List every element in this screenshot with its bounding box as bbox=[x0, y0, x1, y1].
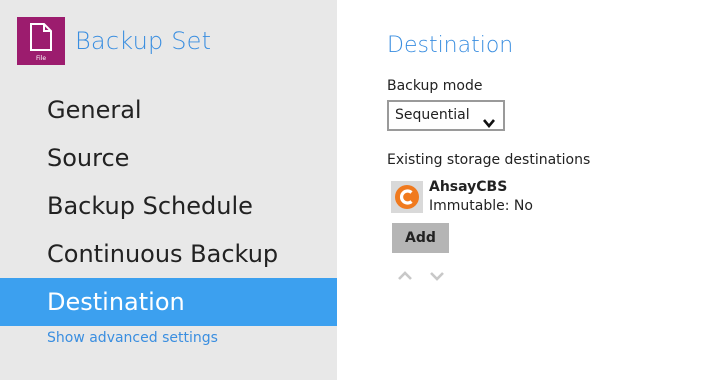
file-icon: File bbox=[17, 17, 65, 65]
sidebar-item-backup-schedule[interactable]: Backup Schedule bbox=[0, 182, 337, 230]
sidebar-item-source[interactable]: Source bbox=[0, 134, 337, 182]
destination-info: AhsayCBS Immutable: No bbox=[429, 178, 533, 216]
show-advanced-settings-link[interactable]: Show advanced settings bbox=[47, 330, 218, 346]
backup-mode-select[interactable]: Sequential bbox=[387, 100, 505, 131]
backup-mode-label: Backup mode bbox=[387, 78, 483, 94]
add-destination-button[interactable]: Add bbox=[392, 223, 449, 253]
sidebar-item-continuous-backup[interactable]: Continuous Backup bbox=[0, 230, 337, 278]
app-header: File Backup Set bbox=[17, 17, 211, 65]
backup-mode-value: Sequential bbox=[395, 107, 470, 123]
ahsaycbs-logo-icon bbox=[391, 181, 423, 213]
chevron-up-icon[interactable] bbox=[397, 268, 413, 282]
destination-list-item[interactable]: AhsayCBS Immutable: No bbox=[391, 178, 533, 216]
chevron-down-icon[interactable] bbox=[429, 268, 445, 282]
destination-immutable-status: Immutable: No bbox=[429, 198, 533, 214]
chevron-down-icon bbox=[483, 111, 495, 138]
sidebar-item-general[interactable]: General bbox=[0, 86, 337, 134]
page-title: Destination bbox=[387, 33, 514, 58]
destination-name: AhsayCBS bbox=[429, 179, 508, 195]
sidebar: File Backup Set General Source Backup Sc… bbox=[0, 0, 337, 380]
sidebar-item-destination[interactable]: Destination bbox=[0, 278, 337, 326]
existing-destinations-label: Existing storage destinations bbox=[387, 152, 591, 168]
file-icon-label: File bbox=[35, 55, 47, 62]
app-title: Backup Set bbox=[75, 27, 212, 55]
